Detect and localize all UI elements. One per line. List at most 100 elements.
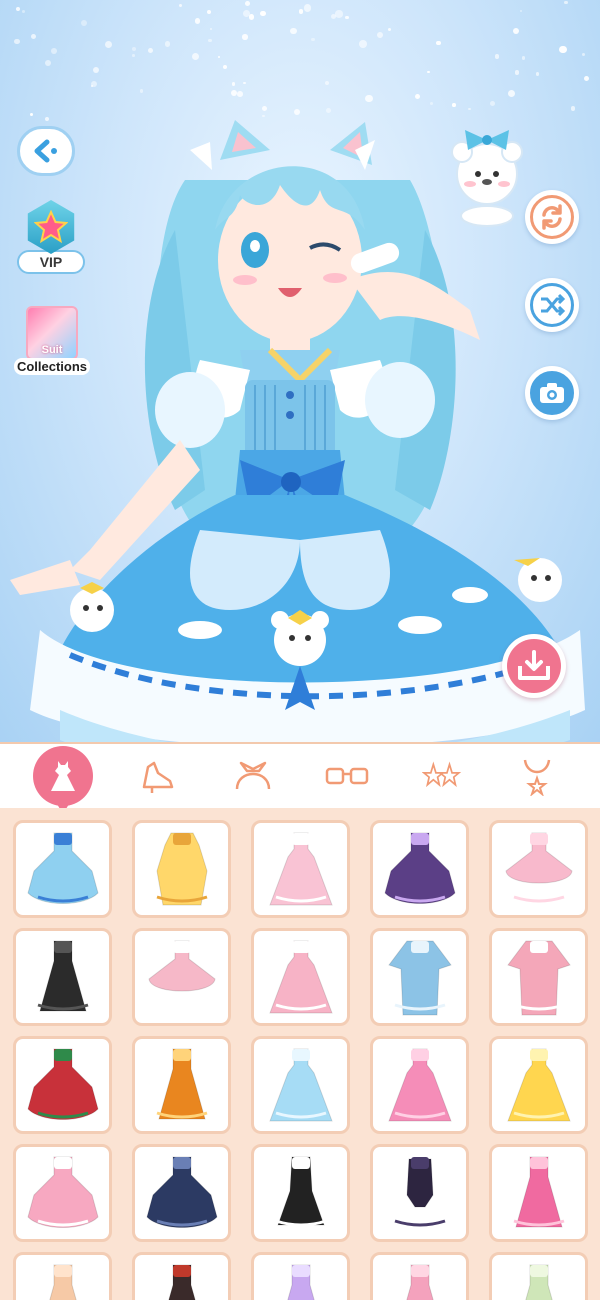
shuffle-icon [541, 293, 566, 317]
collections-label: Collections [13, 358, 91, 375]
glasses-icon [326, 767, 369, 785]
outfit-item[interactable] [489, 1144, 588, 1242]
sparkle [50, 48, 57, 55]
sparkle [30, 33, 36, 39]
refresh-icon [542, 204, 562, 230]
pink-white-bunny-dress-icon [26, 1156, 99, 1228]
sparkle [345, 15, 350, 20]
tab-shoes[interactable] [128, 746, 188, 806]
sparkle [507, 89, 516, 98]
outfit-item[interactable] [251, 820, 350, 918]
pink-cheongsam-dress-icon [513, 1156, 564, 1228]
peach-dress-icon [48, 1264, 77, 1300]
vip-button[interactable]: VIP [17, 200, 85, 274]
blue-kimono-dress-icon [387, 940, 452, 1016]
sparkle [16, 7, 21, 12]
sparkle [237, 91, 243, 97]
category-tab-bar [0, 742, 600, 814]
tab-headwear[interactable] [223, 746, 283, 806]
sparkle [535, 71, 540, 76]
tab-necklaces[interactable] [507, 746, 567, 806]
tab-earrings[interactable] [412, 746, 472, 806]
outfit-item[interactable] [13, 1252, 112, 1300]
random-outfit-button[interactable] [525, 278, 579, 332]
sparkle [581, 53, 585, 57]
outfit-item[interactable] [132, 820, 231, 918]
reset-outfit-button[interactable] [525, 190, 579, 244]
sparkle [217, 56, 221, 59]
outfit-item[interactable] [251, 1252, 350, 1300]
sparkle [311, 37, 315, 41]
back-arrow-icon [34, 139, 57, 163]
sparkle [242, 34, 248, 40]
outfit-item[interactable] [132, 928, 231, 1026]
blue-bear-lolita-dress-icon [26, 832, 99, 904]
black-white-uniform-icon [275, 1156, 326, 1227]
outfit-item[interactable] [370, 1036, 469, 1134]
sparkle [179, 3, 183, 7]
dress-icon [51, 761, 76, 791]
black-leotard-icon [394, 1157, 445, 1227]
screenshot-button[interactable] [525, 366, 579, 420]
save-outfit-button[interactable] [502, 634, 566, 698]
mint-dress-icon [524, 1264, 553, 1300]
outfit-item[interactable] [13, 928, 112, 1026]
outfit-item[interactable] [489, 1036, 588, 1134]
outfit-item[interactable] [370, 820, 469, 918]
yellow-princess-gown-icon [506, 1048, 571, 1122]
back-button[interactable] [17, 126, 75, 176]
yellow-tiered-dress-icon [155, 832, 208, 906]
sparkle [584, 76, 590, 82]
sparkle [222, 64, 228, 70]
sparkle [377, 32, 384, 39]
sparkle [521, 56, 526, 60]
outfit-item[interactable] [13, 1036, 112, 1134]
outfit-item[interactable] [370, 1252, 469, 1300]
black-simple-dress-icon [37, 940, 88, 1012]
lilac-dress-icon [286, 1264, 315, 1300]
pink-white-gown-icon [268, 832, 333, 906]
sparkle [260, 10, 266, 17]
outfit-item[interactable] [489, 820, 588, 918]
tab-glasses[interactable] [317, 746, 377, 806]
camera-icon [540, 383, 564, 403]
outfit-item[interactable] [132, 1036, 231, 1134]
suit-card-icon: Suit [26, 306, 78, 360]
sparkle [290, 27, 297, 34]
pink-tutu-dress-icon [504, 832, 573, 903]
suit-collections-button[interactable]: Suit Collections [12, 306, 92, 375]
sparkle [191, 52, 200, 61]
outfit-item[interactable] [132, 1252, 231, 1300]
sparkle [147, 48, 153, 54]
outfit-item[interactable] [489, 1252, 588, 1300]
sparkle [139, 89, 144, 93]
outfit-item[interactable] [489, 928, 588, 1026]
sparkle [22, 9, 26, 13]
sparkle [494, 54, 500, 59]
outfit-item[interactable] [251, 1036, 350, 1134]
purple-gothic-dress-icon [383, 832, 456, 904]
sparkle [365, 94, 373, 103]
navy-gothic-dress-icon [145, 1156, 218, 1228]
outfit-item[interactable] [13, 820, 112, 918]
sparkle [164, 41, 170, 47]
sparkle [90, 81, 97, 88]
bear-pet-icon[interactable] [440, 122, 534, 228]
outfit-item[interactable] [132, 1144, 231, 1242]
outfit-item[interactable] [251, 1144, 350, 1242]
outfit-item[interactable] [370, 1144, 469, 1242]
outfit-item[interactable] [13, 1144, 112, 1242]
pink-floral-kimono-icon [506, 940, 571, 1016]
sparkle [230, 90, 237, 96]
sparkle [232, 82, 236, 86]
sparkle [452, 103, 456, 107]
orange-pinafore-dress-icon [156, 1048, 207, 1120]
pink-petal-gown-icon [268, 940, 333, 1014]
outfit-item[interactable] [251, 928, 350, 1026]
tab-dresses[interactable] [33, 746, 94, 814]
outfit-item[interactable] [370, 928, 469, 1026]
vip-badge [27, 200, 75, 254]
sparkle [45, 59, 52, 66]
sparkle [14, 38, 20, 45]
star-icon [34, 210, 68, 244]
